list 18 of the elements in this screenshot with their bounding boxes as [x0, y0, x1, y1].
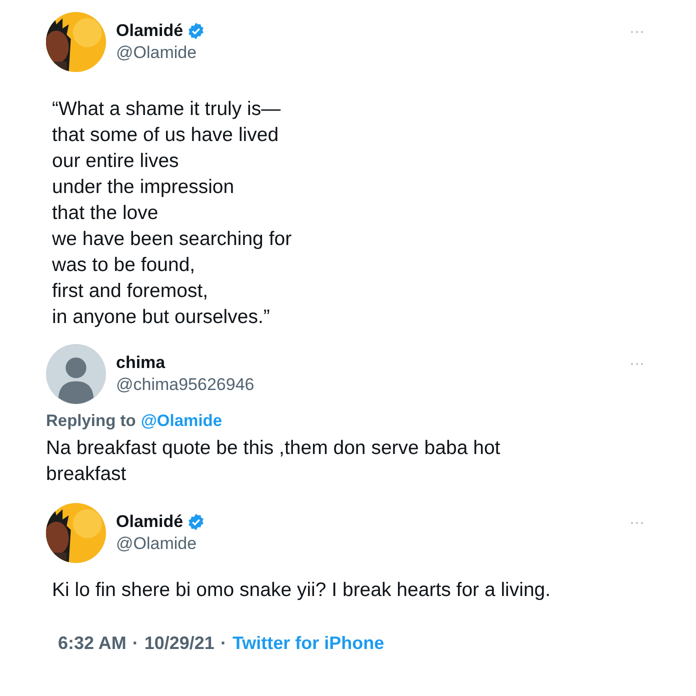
tweet-text: Ki lo fin shere bi omo snake yii? I break hearts for a living. — [52, 578, 552, 603]
user-name[interactable]: Olamidé — [116, 512, 184, 532]
user-name[interactable]: chima — [116, 353, 166, 373]
user-handle[interactable]: @chima95626946 — [116, 375, 620, 395]
user-name[interactable]: Olamidé — [116, 21, 184, 41]
tweet-text: Na breakfast quote be this ,them don serve baba hot breakfast — [46, 436, 502, 487]
more-options-icon[interactable] — [630, 521, 644, 525]
user-handle[interactable]: @Olamide — [116, 43, 620, 63]
default-avatar-icon — [46, 344, 106, 404]
user-handle[interactable]: @Olamide — [116, 534, 620, 554]
tweet-time: 6:32 AM — [58, 633, 126, 654]
more-options-icon[interactable] — [630, 30, 644, 34]
separator-dot: · — [132, 633, 138, 654]
replying-label: Replying to — [46, 412, 136, 431]
tweet-text: “What a shame it truly is— that some of us have lived our entire lives under the impression that the love we have been searching for was to be found, first and foremost, in anyone but ourselves.” — [52, 97, 293, 330]
more-options-icon[interactable] — [630, 362, 644, 366]
tweet-date: 10/29/21 — [144, 633, 214, 654]
separator-dot: · — [220, 633, 226, 654]
